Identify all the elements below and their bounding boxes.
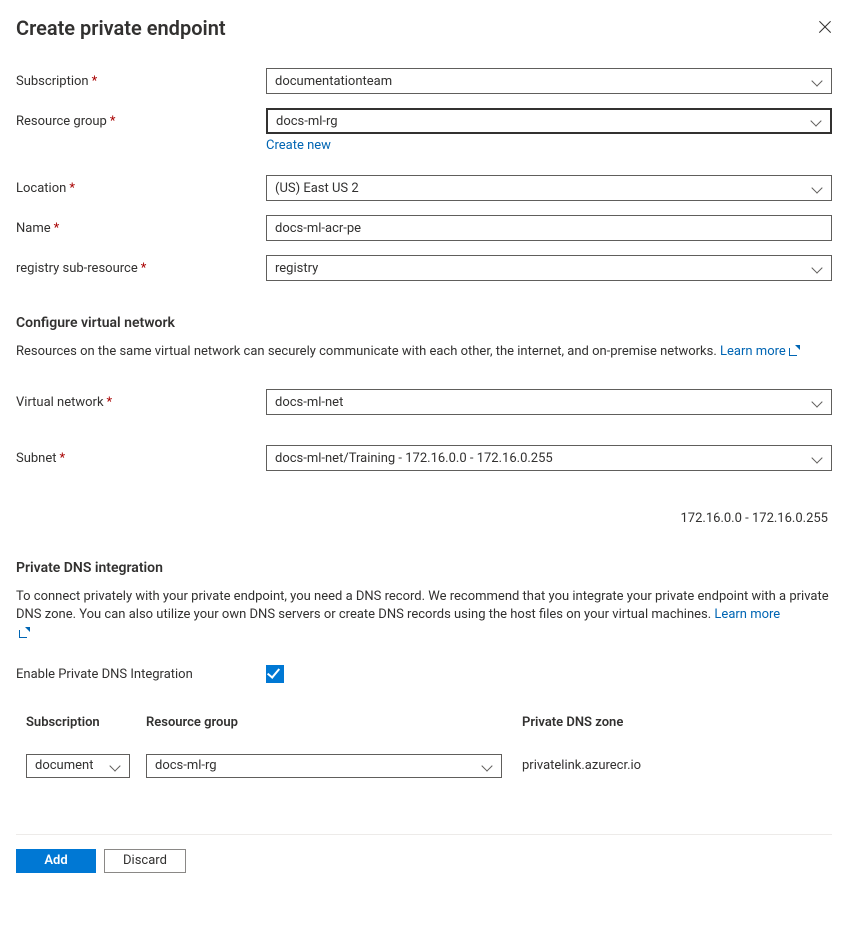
close-icon[interactable] [818,20,832,34]
create-private-endpoint-panel: Create private endpoint Subscription* do… [0,0,848,887]
vnet-section-heading: Configure virtual network [16,315,832,331]
subscription-dropdown[interactable]: documentationteam [266,68,832,94]
location-dropdown[interactable]: (US) East US 2 [266,175,832,201]
chevron-down-icon [811,452,823,464]
dns-section-text: To connect privately with your private e… [16,588,832,643]
external-link-icon [789,345,800,356]
chevron-down-icon [481,760,493,772]
create-new-link[interactable]: Create new [266,138,331,153]
resource-group-label: Resource group* [16,108,266,129]
chevron-down-icon [109,760,121,772]
subnet-label: Subnet* [16,445,266,466]
dns-section-heading: Private DNS integration [16,560,832,576]
vnet-learn-more-link[interactable]: Learn more [720,344,800,359]
enable-dns-label: Enable Private DNS Integration [16,661,266,682]
chevron-down-icon [811,396,823,408]
resource-group-dropdown[interactable]: docs-ml-rg [266,108,832,134]
name-input[interactable]: docs-ml-acr-pe [266,215,832,241]
virtual-network-label: Virtual network* [16,389,266,410]
dns-col-resource-group: Resource group [146,715,522,730]
name-label: Name* [16,215,266,236]
registry-sub-label: registry sub-resource* [16,255,266,276]
subscription-label: Subscription* [16,68,266,89]
vnet-section-text: Resources on the same virtual network ca… [16,343,832,361]
footer: Add Discard [16,834,832,887]
chevron-down-icon [811,262,823,274]
chevron-down-icon [810,115,822,127]
add-button[interactable]: Add [16,849,96,873]
page-title: Create private endpoint [16,16,226,40]
chevron-down-icon [811,75,823,87]
enable-dns-checkbox[interactable] [266,665,284,683]
external-link-icon [19,627,30,638]
subnet-range-text: 172.16.0.0 - 172.16.0.255 [16,511,832,526]
discard-button[interactable]: Discard [104,849,186,873]
dns-zone-value: privatelink.azurecr.io [522,758,832,773]
chevron-down-icon [811,182,823,194]
subnet-dropdown[interactable]: docs-ml-net/Training - 172.16.0.0 - 172.… [266,445,832,471]
dns-col-zone: Private DNS zone [522,715,832,730]
dns-col-subscription: Subscription [26,715,146,730]
dns-table: Subscription Resource group Private DNS … [26,715,832,778]
virtual-network-dropdown[interactable]: docs-ml-net [266,389,832,415]
dns-resource-group-dropdown[interactable]: docs-ml-rg [146,754,502,778]
location-label: Location* [16,175,266,196]
dns-subscription-dropdown[interactable]: document [26,754,130,778]
registry-sub-dropdown[interactable]: registry [266,255,832,281]
